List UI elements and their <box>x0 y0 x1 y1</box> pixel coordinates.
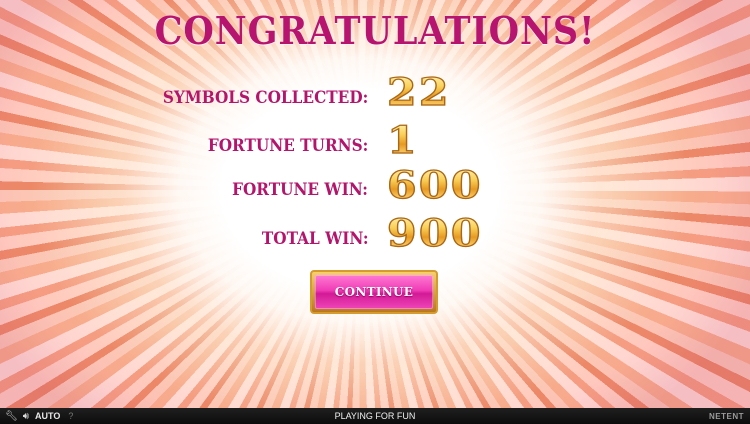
sound-icon[interactable]: 🔊︎ <box>23 411 29 422</box>
continue-button-face[interactable]: CONTINUE <box>315 275 433 309</box>
symbols-collected-label: SYMBOLS COLLECTED: <box>162 88 368 108</box>
fortune-win-label: FORTUNE WIN: <box>232 180 368 200</box>
continue-button[interactable]: CONTINUE <box>310 270 438 314</box>
netent-logo: NETENT <box>709 411 744 421</box>
help-icon[interactable]: ? <box>68 411 73 421</box>
symbols-collected-value: 22 <box>386 70 451 114</box>
fortune-turns-label: FORTUNE TURNS: <box>207 136 368 156</box>
congratulations-title: CONGRATULATIONS! <box>154 8 596 53</box>
total-win-label: TOTAL WIN: <box>261 229 368 249</box>
bottom-status-bar: 🔧︎ 🔊︎ AUTO ? PLAYING FOR FUN NETENT <box>0 408 750 424</box>
settings-icon[interactable]: 🔧︎ <box>5 411 18 422</box>
game-screen: CONGRATULATIONS! SYMBOLS COLLECTED: 22 F… <box>0 0 750 424</box>
auto-play-button[interactable]: AUTO <box>35 411 60 421</box>
continue-button-label: CONTINUE <box>334 285 414 299</box>
total-win-value: 900 <box>386 211 483 255</box>
fortune-turns-value: 1 <box>386 118 419 162</box>
fortune-win-value: 600 <box>386 163 483 207</box>
playing-for-fun-text: PLAYING FOR FUN <box>334 411 416 421</box>
light-burst-background <box>0 0 750 408</box>
